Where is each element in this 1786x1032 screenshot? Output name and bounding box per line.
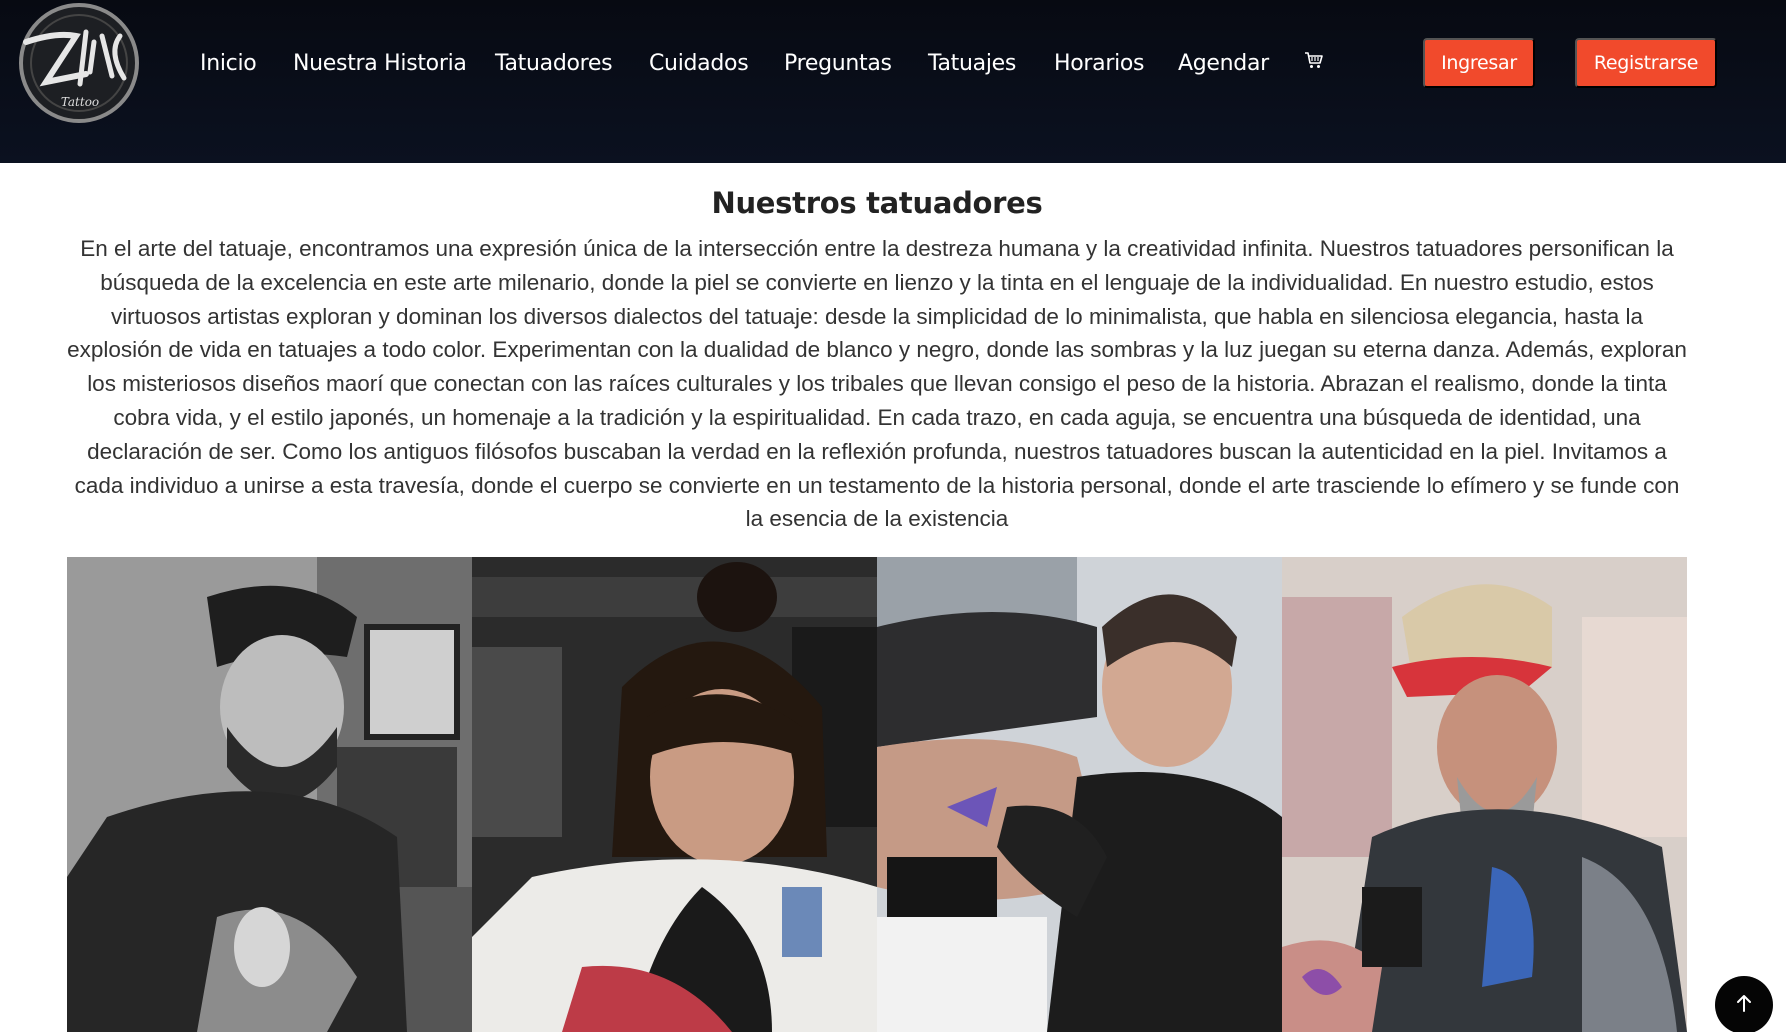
nav-nuestra-historia[interactable]: Nuestra Historia [293,46,467,82]
cart-icon[interactable] [1304,50,1324,70]
artist-photo-1[interactable] [67,557,472,1032]
login-button[interactable]: Ingresar [1423,38,1535,88]
tattoo-artists-gallery [67,557,1688,1032]
section-description: En el arte del tatuaje, encontramos una … [67,236,1687,532]
nav-cuidados[interactable]: Cuidados [649,46,749,82]
nav-preguntas[interactable]: Preguntas [784,46,892,82]
svg-text:Tattoo: Tattoo [61,95,99,109]
nav-agendar[interactable]: Agendar [1178,46,1269,82]
nav-tatuadores[interactable]: Tatuadores [495,46,613,82]
artist-photo-2[interactable] [472,557,877,1032]
arrow-up-icon [1736,994,1752,1017]
nav-horarios[interactable]: Horarios [1054,46,1145,82]
artist-photo-4[interactable] [1282,557,1687,1032]
section-title: Nuestros tatuadores [711,186,1043,220]
top-navbar: Tattoo Inicio Nuestra Historia Tatuadore… [0,0,1786,163]
nav-tatuajes[interactable]: Tatuajes [928,46,1016,82]
artist-photo-3[interactable] [877,557,1282,1032]
scroll-to-top-button[interactable] [1715,976,1773,1032]
nav-inicio[interactable]: Inicio [200,46,257,82]
register-button[interactable]: Registrarse [1575,38,1717,88]
